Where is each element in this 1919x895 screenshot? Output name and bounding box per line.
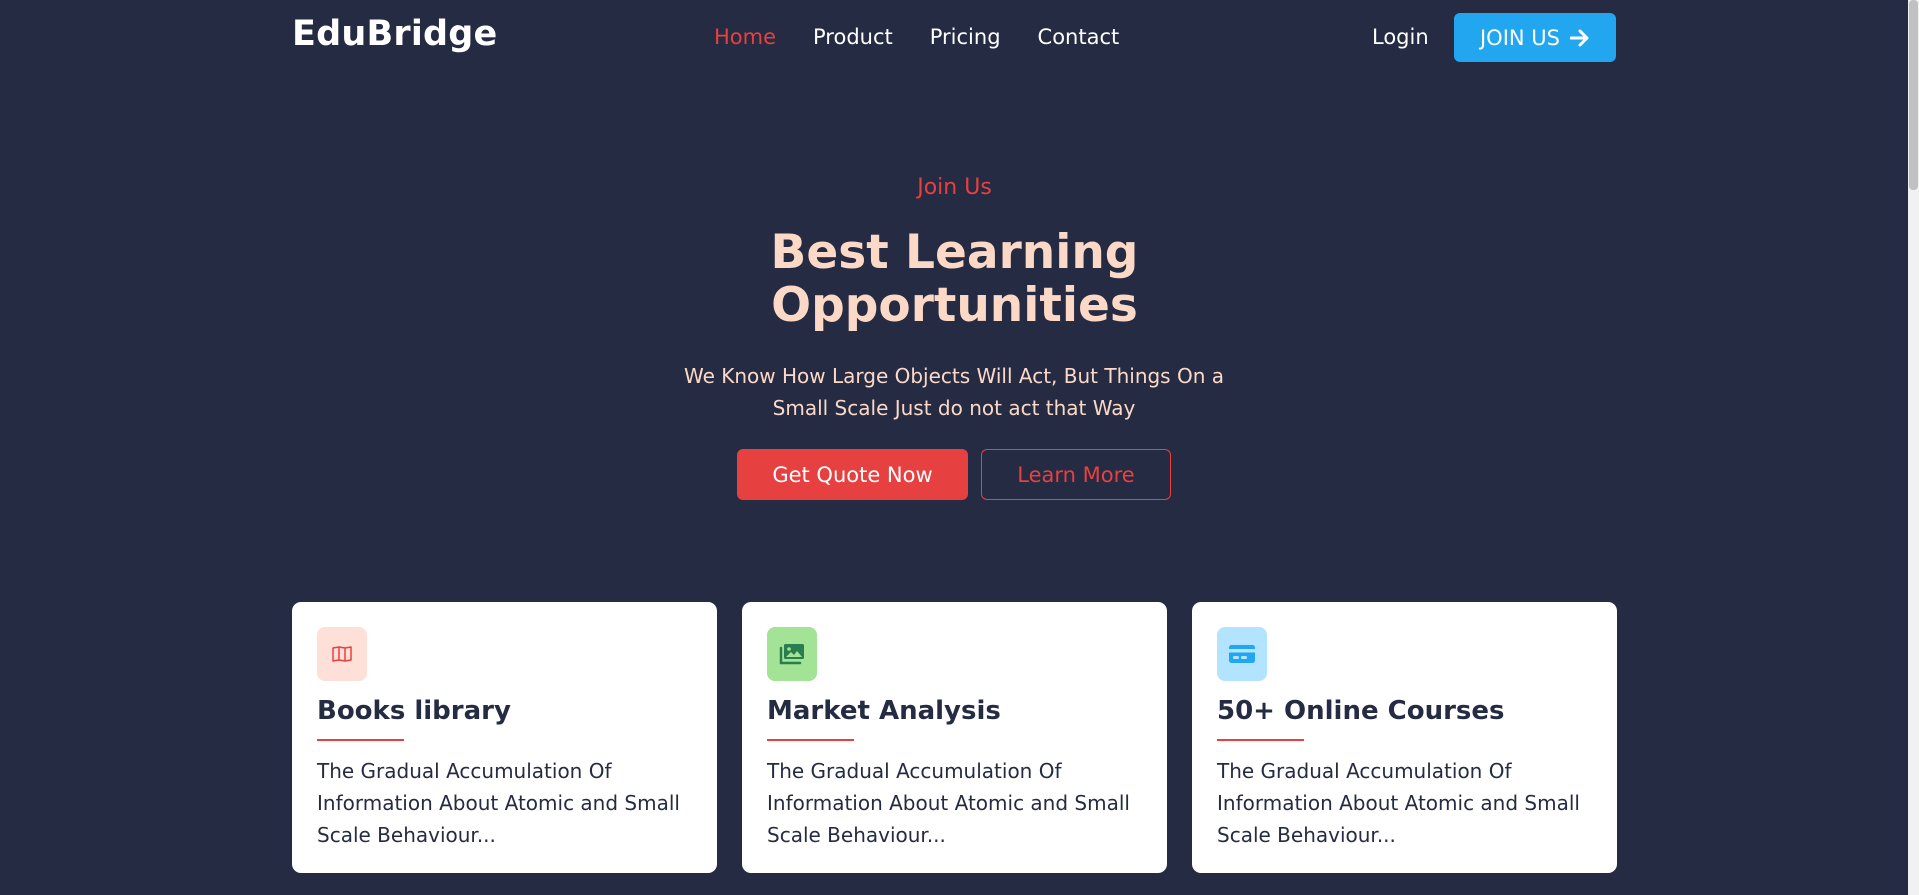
feature-card-courses[interactable]: 50+ Online Courses The Gradual Accumulat…	[1192, 602, 1617, 873]
join-us-button[interactable]: JOIN US	[1454, 13, 1616, 62]
card-description-line: Scale Behaviour...	[317, 823, 496, 847]
hero-title-line-1: Best Learning	[770, 225, 1139, 280]
card-description: The Gradual Accumulation Of Information …	[767, 755, 1142, 851]
credit-card-icon	[1217, 627, 1267, 681]
card-title: Books library	[317, 696, 511, 726]
card-description: The Gradual Accumulation Of Information …	[1217, 755, 1592, 851]
page-scrollbar[interactable]	[1908, 0, 1919, 895]
card-description-line: The Gradual Accumulation Of	[767, 759, 1062, 783]
hero-subtitle: We Know How Large Objects Will Act, But …	[664, 360, 1244, 424]
book-icon	[317, 627, 367, 681]
card-description-line: Information About Atomic and Small	[1217, 791, 1580, 815]
card-divider	[1217, 739, 1304, 741]
hero-subtitle-line-1: We Know How Large Objects Will Act, But …	[683, 364, 1224, 388]
hero-subtitle-line-2: Small Scale Just do not act that Way	[772, 396, 1136, 420]
card-description-line: Information About Atomic and Small	[317, 791, 680, 815]
card-divider	[317, 739, 404, 741]
images-icon	[767, 627, 817, 681]
get-quote-button[interactable]: Get Quote Now	[737, 449, 968, 500]
card-description-line: Information About Atomic and Small	[767, 791, 1130, 815]
nav-product[interactable]: Product	[813, 22, 893, 52]
login-link[interactable]: Login	[1372, 22, 1429, 52]
learn-more-button[interactable]: Learn More	[981, 449, 1171, 500]
hero-eyebrow: Join Us	[917, 175, 992, 200]
nav-home[interactable]: Home	[714, 22, 776, 52]
card-title: 50+ Online Courses	[1217, 696, 1505, 726]
card-description-line: The Gradual Accumulation Of	[1217, 759, 1512, 783]
main-nav: Home Product Pricing Contact	[714, 22, 1156, 52]
card-description-line: Scale Behaviour...	[1217, 823, 1396, 847]
landing-page: EduBridge Home Product Pricing Contact L…	[0, 0, 1919, 895]
card-divider	[767, 739, 854, 741]
nav-contact[interactable]: Contact	[1038, 22, 1120, 52]
card-title: Market Analysis	[767, 696, 1001, 726]
card-description-line: The Gradual Accumulation Of	[317, 759, 612, 783]
feature-card-market[interactable]: Market Analysis The Gradual Accumulation…	[742, 602, 1167, 873]
scrollbar-thumb[interactable]	[1909, 0, 1918, 190]
brand-logo[interactable]: EduBridge	[292, 14, 497, 54]
arrow-right-icon	[1570, 29, 1589, 46]
feature-card-books[interactable]: Books library The Gradual Accumulation O…	[292, 602, 717, 873]
nav-pricing[interactable]: Pricing	[930, 22, 1001, 52]
join-us-label: JOIN US	[1479, 25, 1560, 50]
card-description-line: Scale Behaviour...	[767, 823, 946, 847]
hero-title: Best Learning Opportunities	[0, 226, 1909, 332]
card-description: The Gradual Accumulation Of Information …	[317, 755, 692, 851]
hero-title-line-2: Opportunities	[771, 278, 1138, 333]
